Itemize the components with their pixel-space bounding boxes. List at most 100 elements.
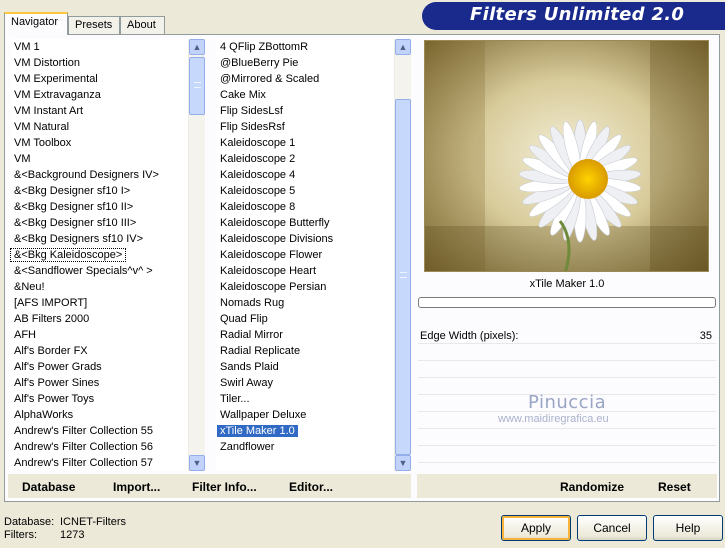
list-item[interactable]: &<Bkg Designers sf10 IV> bbox=[10, 231, 188, 247]
list-item[interactable]: &<Bkg Designer sf10 III> bbox=[10, 215, 188, 231]
list-item[interactable]: Tiler... bbox=[216, 391, 394, 407]
list-item[interactable]: Kaleidoscope Divisions bbox=[216, 231, 394, 247]
list-item[interactable]: &<Sandflower Specials^v^ > bbox=[10, 263, 188, 279]
list-item-label: Kaleidoscope Divisions bbox=[220, 233, 334, 245]
scroll-thumb[interactable] bbox=[395, 99, 411, 455]
list-item[interactable]: &<Bkg Designer sf10 I> bbox=[10, 183, 188, 199]
tab-navigator[interactable]: Navigator bbox=[4, 12, 68, 35]
list-item[interactable]: Kaleidoscope Flower bbox=[216, 247, 394, 263]
list-item[interactable]: Alf's Power Sines bbox=[10, 375, 188, 391]
left-button-bar: Database Import... Filter Info... Editor… bbox=[8, 474, 411, 498]
list-item-label: Kaleidoscope Persian bbox=[220, 281, 327, 293]
filter-list[interactable]: 4 QFlip ZBottomR @BlueBerry Pie @Mirrored … bbox=[216, 39, 394, 471]
list-item[interactable]: Kaleidoscope 5 bbox=[216, 183, 394, 199]
randomize-button[interactable]: Randomize bbox=[560, 480, 624, 494]
list-item[interactable]: Flip SidesRsf bbox=[216, 119, 394, 135]
list-item[interactable]: Quad Flip bbox=[216, 311, 394, 327]
list-item[interactable]: AFH bbox=[10, 327, 188, 343]
list-item-label: &<Bkg Designer sf10 III> bbox=[14, 217, 137, 229]
list-item[interactable]: Wallpaper Deluxe bbox=[216, 407, 394, 423]
list-item[interactable]: [AFS IMPORT] bbox=[10, 295, 188, 311]
preview-image bbox=[424, 40, 709, 272]
param-row[interactable]: Edge Width (pixels): 35 bbox=[418, 328, 716, 344]
list-item[interactable]: &<Bkg Designer sf10 II> bbox=[10, 199, 188, 215]
list-item-label: Flip SidesLsf bbox=[220, 105, 283, 117]
list-item[interactable]: Zandflower bbox=[216, 439, 394, 455]
list-item[interactable]: VM Experimental bbox=[10, 71, 188, 87]
list-item-label: [AFS IMPORT] bbox=[14, 297, 88, 309]
list-item[interactable]: Alf's Power Toys bbox=[10, 391, 188, 407]
category-scrollbar[interactable]: ▲ ▼ bbox=[188, 39, 205, 471]
button-label: Randomize bbox=[560, 480, 625, 494]
flower-center-shape bbox=[568, 159, 608, 199]
list-item[interactable]: Kaleidoscope 2 bbox=[216, 151, 394, 167]
database-button[interactable]: Database bbox=[22, 480, 75, 494]
list-item[interactable]: Kaleidoscope 8 bbox=[216, 199, 394, 215]
list-item[interactable]: VM Extravaganza bbox=[10, 87, 188, 103]
list-item[interactable]: VM Toolbox bbox=[10, 135, 188, 151]
list-item[interactable]: Sands Plaid bbox=[216, 359, 394, 375]
list-item[interactable]: VM Instant Art bbox=[10, 103, 188, 119]
list-item-label: Andrew's Filter Collection 56 bbox=[14, 441, 154, 453]
list-item[interactable]: Andrew's Filter Collection 57 bbox=[10, 455, 188, 471]
list-item[interactable]: Kaleidoscope Butterfly bbox=[216, 215, 394, 231]
editor-button[interactable]: Editor... bbox=[289, 480, 333, 494]
scroll-up-arrow-icon[interactable]: ▲ bbox=[189, 39, 205, 55]
list-item-label: @BlueBerry Pie bbox=[220, 57, 299, 69]
list-item-label: AB Filters 2000 bbox=[14, 313, 90, 325]
cancel-button[interactable]: Cancel bbox=[577, 515, 647, 541]
filter-scrollbar[interactable]: ▲ ▼ bbox=[394, 39, 411, 471]
list-item-label: &<Bkg Designers sf10 IV> bbox=[14, 233, 144, 245]
list-item[interactable]: Kaleidoscope 1 bbox=[216, 135, 394, 151]
help-button[interactable]: Help bbox=[653, 515, 723, 541]
tab-about[interactable]: About bbox=[120, 16, 165, 34]
list-item-label: Tiler... bbox=[220, 393, 250, 405]
apply-button[interactable]: Apply bbox=[501, 515, 571, 541]
list-item[interactable]: xTile Maker 1.0 bbox=[216, 423, 394, 439]
list-item[interactable]: @Mirrored & Scaled bbox=[216, 71, 394, 87]
list-item[interactable]: Flip SidesLsf bbox=[216, 103, 394, 119]
tab-presets[interactable]: Presets bbox=[68, 16, 120, 34]
button-label: Filter Info... bbox=[192, 480, 257, 494]
right-button-bar: Randomize Reset bbox=[417, 474, 717, 498]
list-item[interactable]: VM Distortion bbox=[10, 55, 188, 71]
list-item-label: xTile Maker 1.0 bbox=[217, 425, 298, 437]
list-item[interactable]: Andrew's Filter Collection 56 bbox=[10, 439, 188, 455]
list-item[interactable]: AlphaWorks bbox=[10, 407, 188, 423]
list-item[interactable]: &Neu! bbox=[10, 279, 188, 295]
list-item[interactable]: Alf's Border FX bbox=[10, 343, 188, 359]
list-item[interactable]: &<Bkg Kaleidoscope> bbox=[10, 247, 188, 263]
list-item[interactable]: VM 1 bbox=[10, 39, 188, 55]
list-item[interactable]: Cake Mix bbox=[216, 87, 394, 103]
list-item[interactable]: Radial Mirror bbox=[216, 327, 394, 343]
list-item[interactable]: Kaleidoscope 4 bbox=[216, 167, 394, 183]
list-item[interactable]: VM bbox=[10, 151, 188, 167]
list-item[interactable]: Andrew's Filter Collection 55 bbox=[10, 423, 188, 439]
scroll-down-arrow-icon[interactable]: ▼ bbox=[189, 455, 205, 471]
list-item[interactable]: 4 QFlip ZBottomR bbox=[216, 39, 394, 55]
list-item[interactable]: Kaleidoscope Persian bbox=[216, 279, 394, 295]
list-item[interactable]: AB Filters 2000 bbox=[10, 311, 188, 327]
list-item[interactable]: VM Natural bbox=[10, 119, 188, 135]
scroll-down-arrow-icon[interactable]: ▼ bbox=[395, 455, 411, 471]
list-item-label: &<Bkg Designer sf10 II> bbox=[14, 201, 134, 213]
list-item[interactable]: Kaleidoscope Heart bbox=[216, 263, 394, 279]
list-item[interactable]: &<Background Designers IV> bbox=[10, 167, 188, 183]
scroll-thumb[interactable] bbox=[189, 57, 205, 115]
list-item-label: VM Extravaganza bbox=[14, 89, 101, 101]
scroll-up-arrow-icon[interactable]: ▲ bbox=[395, 39, 411, 55]
reset-button[interactable]: Reset bbox=[658, 480, 691, 494]
list-item[interactable]: Swirl Away bbox=[216, 375, 394, 391]
category-list[interactable]: VM 1 VM Distortion VM Experimental VM Extra… bbox=[10, 39, 188, 471]
list-item-label: Zandflower bbox=[220, 441, 275, 453]
list-item[interactable]: Alf's Power Grads bbox=[10, 359, 188, 375]
list-item[interactable]: Radial Replicate bbox=[216, 343, 394, 359]
import-button[interactable]: Import... bbox=[113, 480, 160, 494]
filter-info-button[interactable]: Filter Info... bbox=[192, 480, 257, 494]
list-item-label: AFH bbox=[14, 329, 36, 341]
button-label: Import... bbox=[113, 480, 161, 494]
list-item[interactable]: @BlueBerry Pie bbox=[216, 55, 394, 71]
list-item-label: Kaleidoscope Flower bbox=[220, 249, 323, 261]
button-label: Reset bbox=[658, 480, 691, 494]
list-item[interactable]: Nomads Rug bbox=[216, 295, 394, 311]
